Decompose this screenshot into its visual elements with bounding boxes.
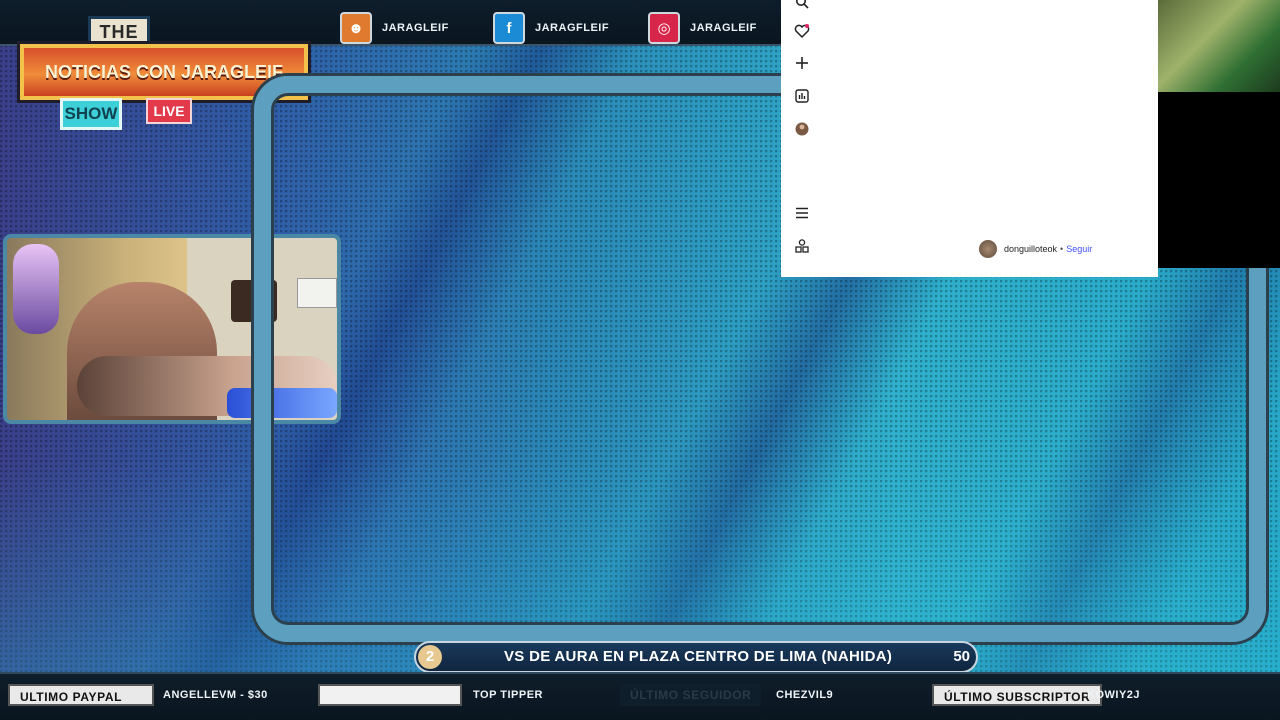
follow-username[interactable]: donguilloteok [1004, 244, 1057, 254]
bottom-ticker: ULTIMO PAYPAL ANGELLEVM - $30 TOP TIPPER… [0, 672, 1280, 720]
profile-icon[interactable] [793, 122, 811, 140]
heart-icon[interactable] [793, 23, 811, 41]
social-instagram: ◎ JARAGLEIF [648, 12, 757, 44]
subscriber-label: ÚLTIMO SUBSCRIPTOR [932, 684, 1103, 706]
social-discord: ☻ JARAGLEIF [340, 12, 449, 44]
logo-show: SHOW [60, 98, 122, 130]
apps-icon[interactable] [793, 239, 811, 257]
paypal-value: ANGELLEVM - $30 [163, 689, 268, 701]
tipper-label: TOP TIPPER [473, 689, 544, 701]
social-discord-label: JARAGLEIF [382, 22, 449, 34]
paypal-label: ULTIMO PAYPAL [8, 684, 154, 706]
follow-suggestion: donguilloteok • Seguir [979, 240, 1092, 258]
follower-value: CHEZVIL9 [776, 689, 834, 701]
search-icon[interactable] [793, 0, 811, 13]
avatar[interactable] [979, 240, 997, 258]
event-count: 50 [953, 648, 970, 665]
live-badge: LIVE [146, 98, 192, 124]
video-preview[interactable] [1158, 0, 1280, 268]
tipper-blank [318, 684, 462, 706]
follow-button[interactable]: Seguir [1066, 244, 1092, 254]
microphone [13, 244, 59, 334]
social-facebook-label: JARAGFLEIF [535, 22, 610, 34]
social-instagram-label: JARAGLEIF [690, 22, 757, 34]
create-plus-icon[interactable] [793, 56, 811, 74]
event-title-bar: 2 VS DE AURA EN PLAZA CENTRO DE LIMA (NA… [414, 641, 978, 673]
follower-label: ÚLTIMO SEGUIDOR [620, 684, 762, 706]
discord-icon: ☻ [340, 12, 372, 44]
video-scene [1158, 0, 1280, 92]
facebook-icon: f [493, 12, 525, 44]
browser-panel: donguilloteok • Seguir [781, 0, 1158, 277]
menu-icon[interactable] [793, 206, 811, 224]
event-number-badge: 2 [418, 645, 442, 669]
event-title: VS DE AURA EN PLAZA CENTRO DE LIMA (NAHI… [504, 648, 893, 665]
subscriber-value: KOWIY2J [1087, 689, 1141, 701]
instagram-icon: ◎ [648, 12, 680, 44]
social-facebook: f JARAGFLEIF [493, 12, 609, 44]
stats-icon[interactable] [793, 89, 811, 107]
follow-separator: • [1060, 244, 1064, 254]
